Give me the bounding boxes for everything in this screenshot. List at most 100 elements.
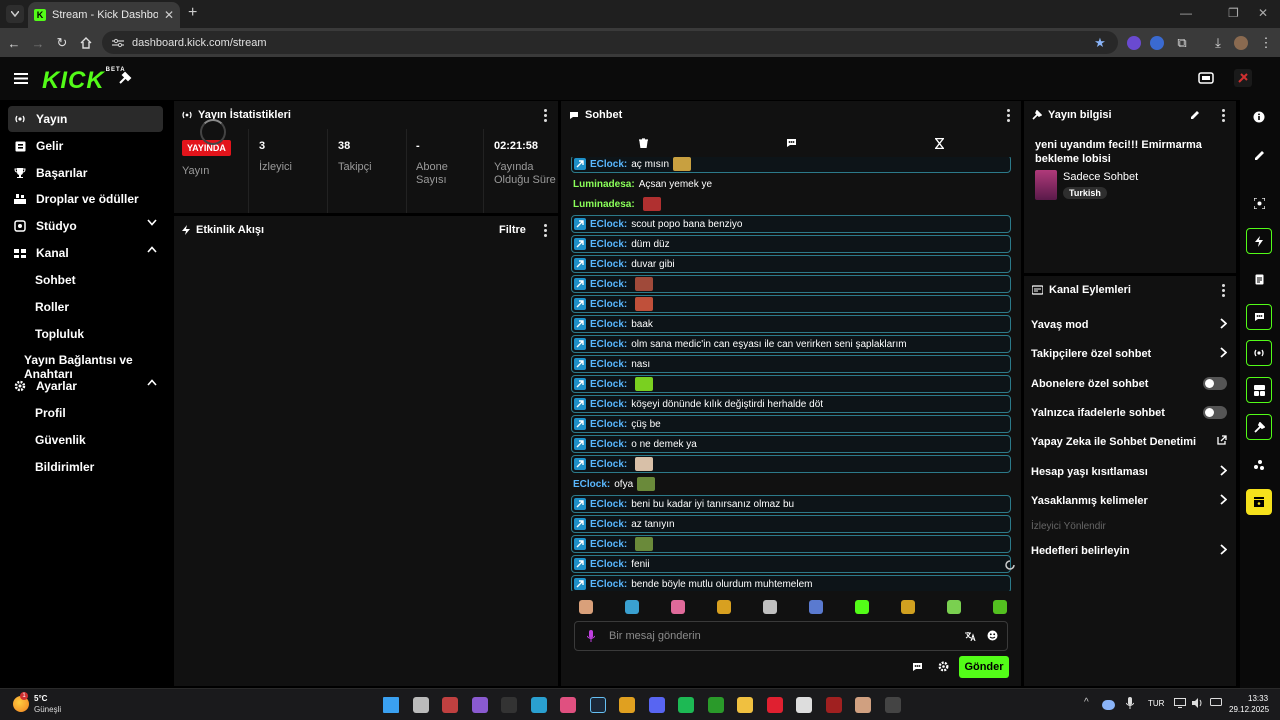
chat-username[interactable]: EClock bbox=[590, 299, 624, 310]
chat-username[interactable]: EClock bbox=[590, 359, 624, 370]
more-options-icon[interactable] bbox=[544, 109, 548, 122]
lightning-icon[interactable] bbox=[1246, 228, 1272, 254]
chat-emote[interactable] bbox=[642, 197, 661, 211]
browser-menu-icon[interactable]: ⋮ bbox=[1258, 35, 1274, 51]
sidebar-item-settings[interactable]: Ayarlar bbox=[8, 373, 163, 399]
chat-message[interactable]: EClock: bbox=[571, 535, 1011, 553]
display-icon[interactable] bbox=[1174, 698, 1186, 708]
filter-button[interactable]: Filtre bbox=[499, 224, 526, 236]
sidebar-item-stream[interactable]: Yayın bbox=[8, 106, 163, 132]
hourglass-icon[interactable] bbox=[935, 138, 944, 149]
sidebar-item-community[interactable]: Topluluk bbox=[35, 327, 84, 341]
chat-message[interactable]: EClock: aç mısın bbox=[571, 157, 1011, 173]
action-slow-mode[interactable]: Yavaş mod bbox=[1031, 315, 1227, 335]
cloud-icon[interactable] bbox=[1102, 700, 1115, 710]
chat-settings-bubble-icon[interactable] bbox=[912, 662, 923, 672]
game-app-icon[interactable] bbox=[825, 697, 842, 713]
action-ai-moderation[interactable]: Yapay Zeka ile Sohbet Denetimi bbox=[1031, 432, 1227, 452]
notification-icon[interactable] bbox=[1210, 698, 1222, 708]
chat-message[interactable]: EClock: duvar gibi bbox=[571, 255, 1011, 273]
edit-pencil-icon[interactable] bbox=[1190, 110, 1200, 120]
microphone-icon[interactable] bbox=[1126, 697, 1134, 709]
spotify-icon[interactable] bbox=[678, 697, 694, 713]
task-view-icon[interactable] bbox=[412, 697, 429, 713]
info-icon[interactable] bbox=[1246, 104, 1272, 130]
extensions-puzzle-icon[interactable]: ⧉ bbox=[1174, 35, 1190, 51]
chat-emote[interactable] bbox=[635, 457, 654, 471]
toggle-switch[interactable] bbox=[1203, 406, 1227, 419]
chat-emote[interactable] bbox=[635, 297, 654, 311]
action-subscribers-only-chat[interactable]: Abonelere özel sohbet bbox=[1031, 374, 1227, 394]
chat-message[interactable]: EClock: ofya bbox=[571, 475, 1011, 493]
copilot-icon[interactable] bbox=[471, 697, 488, 713]
chat-username[interactable]: EClock bbox=[590, 379, 624, 390]
forward-button[interactable]: → bbox=[30, 35, 46, 51]
sidebar-item-drops[interactable]: Droplar ve ödüller bbox=[8, 186, 163, 212]
file-explorer-icon[interactable] bbox=[737, 697, 753, 713]
new-tab-button[interactable]: + bbox=[188, 5, 197, 21]
user-avatar[interactable] bbox=[1234, 69, 1252, 87]
xbox-icon[interactable] bbox=[707, 697, 724, 713]
chat-message[interactable]: EClock: bbox=[571, 295, 1011, 313]
minimize-icon[interactable]: — bbox=[1180, 6, 1192, 20]
send-button[interactable]: Gönder bbox=[959, 656, 1009, 678]
quick-emote[interactable] bbox=[855, 600, 869, 614]
broadcast-icon[interactable] bbox=[1246, 340, 1272, 366]
action-account-age-restriction[interactable]: Hesap yaşı kısıtlaması bbox=[1031, 462, 1227, 482]
chat-username[interactable]: Luminadesa bbox=[573, 179, 631, 190]
chat-username[interactable]: EClock bbox=[590, 259, 624, 270]
chrome-icon[interactable] bbox=[619, 697, 635, 713]
trash-icon[interactable] bbox=[639, 138, 648, 148]
input-language[interactable]: TUR bbox=[1148, 699, 1164, 708]
chat-message[interactable]: EClock: bende böyle mutlu olurdum muhteme… bbox=[571, 575, 1011, 591]
chat-username[interactable]: EClock bbox=[590, 219, 624, 230]
category-name[interactable]: Sadece Sohbet bbox=[1063, 171, 1138, 183]
discord-icon[interactable] bbox=[648, 697, 665, 713]
extension-icon[interactable] bbox=[1127, 36, 1141, 50]
more-options-icon[interactable] bbox=[1222, 284, 1226, 297]
chat-message[interactable]: EClock: fenii bbox=[571, 555, 1011, 573]
bookmark-star-icon[interactable]: ★ bbox=[1092, 35, 1108, 51]
chat-message[interactable]: EClock: scout popo bana benziyo bbox=[571, 215, 1011, 233]
chat-message[interactable]: EClock: az tanıyın bbox=[571, 515, 1011, 533]
action-set-goals[interactable]: Hedefleri belirleyin bbox=[1031, 541, 1227, 561]
steam-icon[interactable] bbox=[589, 697, 606, 713]
more-options-icon[interactable] bbox=[1222, 109, 1226, 122]
chat-message[interactable]: EClock: düm düz bbox=[571, 235, 1011, 253]
chat-username[interactable]: EClock bbox=[590, 399, 624, 410]
chat-username[interactable]: EClock bbox=[590, 239, 624, 250]
chat-message[interactable]: EClock: bbox=[571, 375, 1011, 393]
epic-games-icon[interactable] bbox=[501, 697, 517, 713]
chevron-up-icon[interactable] bbox=[147, 246, 157, 253]
chat-username[interactable]: EClock bbox=[590, 159, 624, 170]
chat-message-list[interactable]: EClock: aç mısın Luminadesa: Açsan yemek ye… bbox=[569, 157, 1015, 591]
chat-username[interactable]: EClock bbox=[573, 479, 607, 490]
clapperboard-icon[interactable] bbox=[1246, 489, 1272, 515]
tab-search-button[interactable] bbox=[6, 5, 24, 23]
hamburger-menu-icon[interactable] bbox=[14, 73, 28, 84]
reload-button[interactable]: ↻ bbox=[54, 35, 70, 51]
wrench-icon[interactable] bbox=[1246, 414, 1272, 440]
sidebar-item-chat[interactable]: Sohbet bbox=[35, 273, 76, 287]
sidebar-item-profile[interactable]: Profil bbox=[35, 406, 66, 420]
windows-start-icon[interactable] bbox=[383, 697, 399, 713]
quick-emote[interactable] bbox=[625, 600, 639, 614]
chat-username[interactable]: EClock bbox=[590, 279, 624, 290]
capture-icon[interactable] bbox=[1246, 190, 1272, 216]
chat-message-input[interactable]: Bir mesaj gönderin bbox=[574, 621, 1008, 651]
back-button[interactable]: ← bbox=[6, 35, 22, 51]
quick-emote[interactable] bbox=[809, 600, 823, 614]
extension-icon[interactable] bbox=[1150, 36, 1164, 50]
edit-pencil-icon[interactable] bbox=[1246, 142, 1272, 168]
volume-icon[interactable] bbox=[1192, 698, 1204, 708]
app-icon[interactable] bbox=[560, 697, 576, 713]
chat-username[interactable]: EClock bbox=[590, 519, 624, 530]
chat-username[interactable]: EClock bbox=[590, 339, 624, 350]
chat-message[interactable]: EClock: baak bbox=[571, 315, 1011, 333]
chat-message[interactable]: Luminadesa: bbox=[571, 195, 1011, 213]
chat-username[interactable]: EClock bbox=[590, 459, 624, 470]
chat-emote[interactable] bbox=[637, 477, 656, 491]
more-options-icon[interactable] bbox=[1007, 109, 1011, 122]
chat-message[interactable]: EClock: nası bbox=[571, 355, 1011, 373]
quick-emote[interactable] bbox=[947, 600, 961, 614]
